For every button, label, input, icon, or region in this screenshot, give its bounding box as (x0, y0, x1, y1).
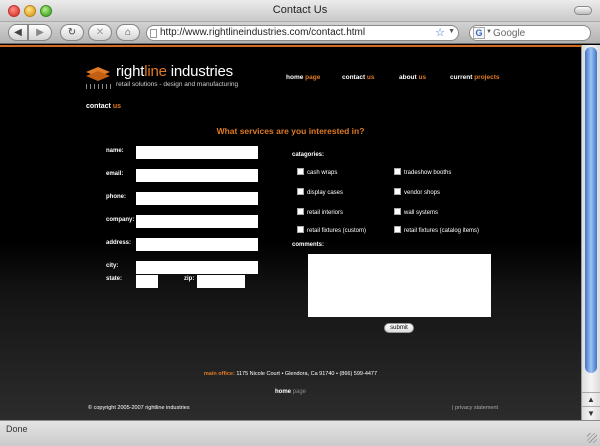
bookmark-star-icon[interactable]: ☆ (435, 26, 445, 39)
status-bar: Done (0, 420, 600, 446)
display-cases-label: display cases (307, 190, 344, 196)
company-field[interactable] (136, 215, 258, 228)
page-content: rightline industries retail solutions - … (0, 47, 581, 420)
logo-name-highlight: line (144, 63, 167, 80)
url-text[interactable]: http://www.rightlineindustries.com/conta… (160, 27, 365, 38)
email-label: email: (106, 171, 124, 177)
footer-home-main: home (274, 389, 291, 395)
page-title-sub: us (110, 103, 122, 110)
nav-label-sub: us (365, 74, 375, 81)
retail-fixtures-custom-checkbox[interactable] (297, 226, 304, 233)
reload-button[interactable]: ↻ (60, 24, 84, 41)
status-text: Done (6, 424, 28, 434)
page-title-main: contact (86, 103, 111, 110)
submit-button[interactable]: submit (384, 323, 414, 333)
toolbar-toggle-button[interactable] (574, 6, 592, 15)
nav-home-page[interactable]: home page (286, 74, 320, 81)
retail-interiors-checkbox[interactable] (297, 208, 304, 215)
nav-current-projects[interactable]: current projects (450, 74, 500, 81)
browser-window: Contact Us ◀ ▶ ↻ ✕ ⌂ http://www.rightlin… (0, 0, 600, 446)
stop-icon: ✕ (95, 27, 105, 38)
retail-fixtures-catalog-label: retail fixtures (catalog items) (404, 228, 480, 234)
city-label: city: (106, 263, 119, 269)
google-icon[interactable]: G (473, 27, 485, 39)
logo-icon (86, 67, 110, 81)
email-field[interactable] (136, 169, 258, 182)
tradeshow-booths-checkbox[interactable] (394, 168, 401, 175)
phone-label: phone: (106, 194, 126, 200)
wall-systems-label: wall systems (404, 210, 439, 216)
comments-label: comments: (292, 242, 325, 248)
nav-label-main: home (286, 74, 304, 81)
comments-textarea[interactable] (308, 254, 491, 317)
nav-label-main: current (450, 74, 473, 81)
history-dropdown-icon[interactable]: ▼ (448, 28, 455, 35)
logo-tagline: retail solutions - design and manufactur… (116, 81, 239, 88)
categories-label: catagories: (292, 152, 325, 158)
footer-home-link[interactable]: home page (0, 389, 581, 395)
services-heading: What services are you interested in? (216, 126, 365, 136)
logo-ruler-decoration (86, 84, 112, 89)
page-title: contact us (86, 103, 121, 110)
search-engine-dropdown-icon[interactable]: ▼ (486, 29, 492, 35)
state-label: state: (106, 276, 123, 282)
window-title: Contact Us (272, 4, 328, 16)
scroll-down-arrow-icon[interactable]: ▼ (582, 406, 600, 420)
retail-fixtures-custom-label: retail fixtures (custom) (307, 228, 367, 234)
home-icon: ⌂ (124, 27, 132, 38)
nav-label-main: about (399, 74, 417, 81)
nav-contact-us[interactable]: contact us (342, 74, 375, 81)
retail-fixtures-catalog-checkbox[interactable] (394, 226, 401, 233)
name-label: name: (106, 148, 124, 154)
retail-interiors-label: retail interiors (307, 210, 344, 216)
address-label: address: (106, 240, 132, 246)
logo-name-prefix: right (116, 63, 145, 80)
cash-wraps-checkbox[interactable] (297, 168, 304, 175)
main-office-address: 1175 Nicole Court • Glendora, Ca 91740 •… (234, 371, 378, 377)
main-office-label: main office: (203, 371, 235, 377)
footer-home-sub: page (291, 389, 307, 395)
address-field[interactable] (136, 238, 258, 251)
title-bar: Contact Us (0, 0, 600, 22)
cash-wraps-label: cash wraps (307, 170, 338, 176)
scroll-up-arrow-icon[interactable]: ▲ (582, 392, 600, 406)
zip-field[interactable] (197, 275, 245, 288)
back-arrow-icon: ◀ (14, 27, 22, 38)
city-field[interactable] (136, 261, 258, 274)
tradeshow-booths-label: tradeshow booths (404, 170, 452, 176)
search-box[interactable]: G ▼ (469, 25, 591, 41)
nav-label-main: contact (342, 74, 366, 81)
logo-name-suffix: industries (166, 63, 233, 80)
search-input[interactable] (493, 27, 588, 39)
vertical-scrollbar[interactable]: ▲ ▼ (581, 45, 600, 420)
state-field[interactable] (136, 275, 158, 288)
home-button[interactable]: ⌂ (116, 24, 140, 41)
reload-icon: ↻ (67, 27, 77, 38)
phone-field[interactable] (136, 192, 258, 205)
stop-button[interactable]: ✕ (88, 24, 112, 41)
browser-toolbar: ◀ ▶ ↻ ✕ ⌂ http://www.rightlineindustries… (0, 22, 600, 44)
scroll-thumb[interactable] (585, 47, 597, 373)
zip-label: zip: (184, 276, 195, 282)
address-bar[interactable]: http://www.rightlineindustries.com/conta… (146, 25, 459, 41)
nav-label-sub: projects (472, 74, 500, 81)
wall-systems-checkbox[interactable] (394, 208, 401, 215)
forward-arrow-icon: ▶ (36, 27, 44, 38)
vendor-shops-checkbox[interactable] (394, 188, 401, 195)
privacy-statement-link[interactable]: | privacy statement (452, 405, 498, 411)
name-field[interactable] (136, 146, 258, 159)
company-label: company: (106, 217, 135, 223)
vendor-shops-label: vendor shops (404, 190, 441, 196)
display-cases-checkbox[interactable] (297, 188, 304, 195)
logo-wordmark[interactable]: rightline industries (116, 63, 233, 80)
back-button[interactable]: ◀ (8, 24, 28, 41)
forward-button[interactable]: ▶ (28, 24, 52, 41)
nav-about-us[interactable]: about us (399, 74, 426, 81)
copyright-text: © copyright 2005-2007 rightline industri… (88, 405, 190, 411)
resize-grip-icon[interactable] (587, 433, 597, 443)
nav-label-sub: page (303, 74, 321, 81)
main-office-info: main office: 1175 Nicole Court • Glendor… (0, 371, 581, 377)
nav-label-sub: us (416, 74, 427, 81)
page-icon (150, 29, 157, 38)
